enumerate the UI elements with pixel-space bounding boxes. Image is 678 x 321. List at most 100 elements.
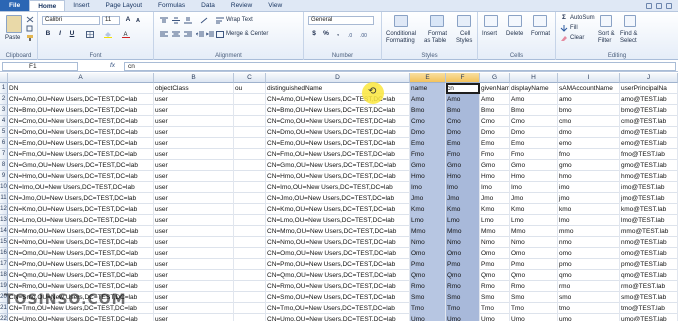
cell-f[interactable]: Smo [446,292,480,303]
cell-i[interactable]: imo [558,182,620,193]
delete-cells-icon[interactable] [508,15,522,27]
header-cell-i[interactable]: sAMAccountName [558,83,620,94]
cell-c[interactable] [234,193,266,204]
header-cell-f[interactable]: cn [446,83,480,94]
tab-formulas[interactable]: Formulas [150,0,193,11]
cell-j[interactable]: fmo@TEST.lab [620,149,678,160]
cell-f[interactable]: Umo [446,314,480,321]
cell-a[interactable]: CN=Gmo,OU=New Users,DC=TEST,DC=lab [8,160,154,171]
cell-j[interactable]: umo@TEST.lab [620,314,678,321]
cell-i[interactable]: amo [558,94,620,105]
row-header[interactable]: 13 [0,215,8,226]
bold-button[interactable]: B [44,30,52,38]
cell-c[interactable] [234,314,266,321]
cell-h[interactable]: Amo [510,94,558,105]
cell-c[interactable] [234,259,266,270]
tab-review[interactable]: Review [223,0,260,11]
fill-button[interactable]: Fill [570,25,578,32]
cell-a[interactable]: CN=Bmo,OU=New Users,DC=TEST,DC=lab [8,105,154,116]
cell-a[interactable]: CN=Mmo,OU=New Users,DC=TEST,DC=lab [8,226,154,237]
cell-i[interactable]: cmo [558,116,620,127]
cell-c[interactable] [234,303,266,314]
format-painter-icon[interactable] [26,34,34,41]
cell-h[interactable]: Fmo [510,149,558,160]
cell-e[interactable]: Hmo [410,171,446,182]
cell-f[interactable]: Mmo [446,226,480,237]
cell-g[interactable]: Hmo [480,171,510,182]
column-header-f[interactable]: F [446,73,480,83]
underline-button[interactable]: U [68,30,76,38]
cell-h[interactable]: Pmo [510,259,558,270]
cell-g[interactable]: Fmo [480,149,510,160]
cell-g[interactable]: Qmo [480,270,510,281]
cell-j[interactable]: cmo@TEST.lab [620,116,678,127]
cell-h[interactable]: Omo [510,248,558,259]
header-cell-d[interactable]: distinguishedName [266,83,410,94]
cell-h[interactable]: Kmo [510,204,558,215]
cell-g[interactable]: Cmo [480,116,510,127]
cell-j[interactable]: omo@TEST.lab [620,248,678,259]
cell-b[interactable]: user [154,138,234,149]
cell-b[interactable]: user [154,215,234,226]
cell-j[interactable]: hmo@TEST.lab [620,171,678,182]
delete-cells-button[interactable]: Delete [506,31,523,38]
cell-g[interactable]: Bmo [480,105,510,116]
row-header[interactable]: 3 [0,105,8,116]
cell-c[interactable] [234,281,266,292]
row-header[interactable]: 12 [0,204,8,215]
align-right-icon[interactable] [184,31,192,38]
cell-h[interactable]: Imo [510,182,558,193]
cell-d[interactable]: CN=Cmo,OU=New Users,DC=TEST,DC=lab [266,116,410,127]
cell-d[interactable]: CN=Nmo,OU=New Users,DC=TEST,DC=lab [266,237,410,248]
cell-g[interactable]: Mmo [480,226,510,237]
row-header[interactable]: 2 [0,94,8,105]
cell-g[interactable]: Rmo [480,281,510,292]
cell-i[interactable]: pmo [558,259,620,270]
row-header[interactable]: 14 [0,226,8,237]
cell-i[interactable]: lmo [558,215,620,226]
cell-a[interactable]: CN=Kmo,OU=New Users,DC=TEST,DC=lab [8,204,154,215]
cell-f[interactable]: Imo [446,182,480,193]
cell-e[interactable]: Fmo [410,149,446,160]
insert-cells-button[interactable]: Insert [482,31,497,38]
cut-icon[interactable] [26,16,34,23]
cell-h[interactable]: Mmo [510,226,558,237]
copy-icon[interactable] [26,25,34,32]
cell-b[interactable]: user [154,204,234,215]
clear-button[interactable]: Clear [570,35,584,42]
cell-f[interactable]: Bmo [446,105,480,116]
cell-j[interactable]: gmo@TEST.lab [620,160,678,171]
row-header[interactable]: 15 [0,237,8,248]
cell-g[interactable]: Amo [480,94,510,105]
cell-g[interactable]: Pmo [480,259,510,270]
tab-insert[interactable]: Insert [65,0,97,11]
cell-h[interactable]: Qmo [510,270,558,281]
row-header[interactable]: 7 [0,149,8,160]
cell-f[interactable]: Tmo [446,303,480,314]
cell-b[interactable]: user [154,303,234,314]
cell-h[interactable]: Smo [510,292,558,303]
align-top-icon[interactable] [160,17,168,24]
cell-e[interactable]: Nmo [410,237,446,248]
cell-d[interactable]: CN=Gmo,OU=New Users,DC=TEST,DC=lab [266,160,410,171]
orientation-icon[interactable] [200,17,208,24]
cell-e[interactable]: Rmo [410,281,446,292]
cell-b[interactable]: user [154,292,234,303]
cell-c[interactable] [234,94,266,105]
cell-f[interactable]: Dmo [446,127,480,138]
cell-g[interactable]: Dmo [480,127,510,138]
borders-icon[interactable] [86,31,94,38]
row-header[interactable]: 1 [0,83,8,94]
cell-a[interactable]: CN=Umo,OU=New Users,DC=TEST,DC=lab [8,314,154,321]
cell-h[interactable]: Umo [510,314,558,321]
cell-h[interactable]: Nmo [510,237,558,248]
align-middle-icon[interactable] [172,17,180,24]
cell-d[interactable]: CN=Kmo,OU=New Users,DC=TEST,DC=lab [266,204,410,215]
cell-b[interactable]: user [154,270,234,281]
cell-j[interactable]: dmo@TEST.lab [620,127,678,138]
cell-i[interactable]: nmo [558,237,620,248]
row-header[interactable]: 5 [0,127,8,138]
row-header[interactable]: 18 [0,270,8,281]
cell-d[interactable]: CN=Jmo,OU=New Users,DC=TEST,DC=lab [266,193,410,204]
tab-view[interactable]: View [260,0,290,11]
